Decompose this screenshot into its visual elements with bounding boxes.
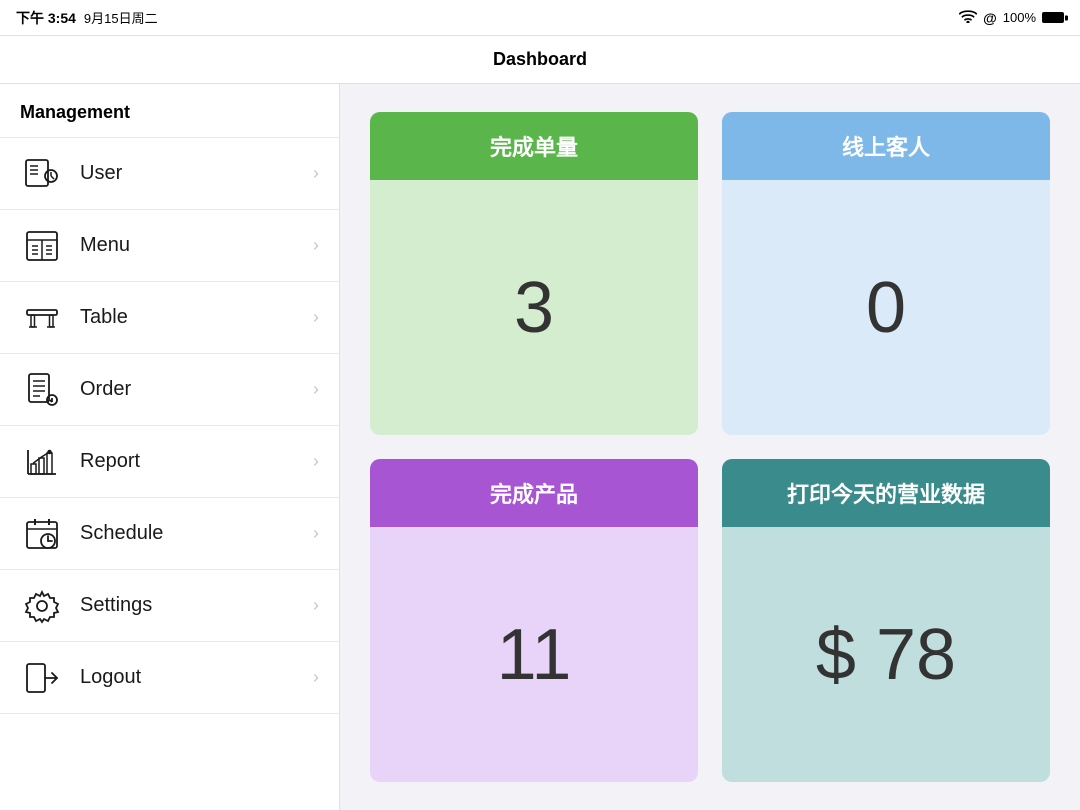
card-online-guests-header: 线上客人 (722, 112, 1050, 180)
card-completed-orders[interactable]: 完成单量 3 (370, 112, 698, 435)
report-icon (20, 440, 64, 484)
sidebar-item-logout[interactable]: Logout › (0, 642, 339, 714)
logout-icon (20, 656, 64, 700)
sidebar: Management User › (0, 84, 340, 810)
sidebar-item-order[interactable]: Order › (0, 354, 339, 426)
sidebar-menu-label: Menu (80, 234, 313, 257)
nav-title: Dashboard (493, 49, 587, 70)
status-bar: 下午 3:54 9月15日周二 @ 100% (0, 0, 1080, 36)
sidebar-item-schedule[interactable]: Schedule › (0, 498, 339, 570)
card-online-guests[interactable]: 线上客人 0 (722, 112, 1050, 435)
chevron-icon-order: › (313, 379, 319, 400)
card-completed-orders-header: 完成单量 (370, 112, 698, 180)
card-completed-orders-title: 完成单量 (490, 130, 578, 162)
dashboard: 完成单量 3 线上客人 0 完成产品 11 (340, 84, 1080, 810)
card-print-revenue-header: 打印今天的营业数据 (722, 459, 1050, 527)
sidebar-item-report[interactable]: Report › (0, 426, 339, 498)
card-online-guests-body: 0 (722, 180, 1050, 435)
chevron-icon-settings: › (313, 595, 319, 616)
chevron-icon-table: › (313, 307, 319, 328)
sidebar-user-label: User (80, 162, 313, 185)
wifi-icon (959, 9, 977, 26)
table-icon (20, 296, 64, 340)
card-print-revenue-body: $ 78 (722, 527, 1050, 782)
card-print-revenue[interactable]: 打印今天的营业数据 $ 78 (722, 459, 1050, 782)
card-completed-products[interactable]: 完成产品 11 (370, 459, 698, 782)
sidebar-schedule-label: Schedule (80, 522, 313, 545)
card-online-guests-title: 线上客人 (842, 130, 930, 162)
sidebar-table-label: Table (80, 306, 313, 329)
card-completed-products-header: 完成产品 (370, 459, 698, 527)
chevron-icon-menu: › (313, 235, 319, 256)
card-print-revenue-title: 打印今天的营业数据 (787, 477, 985, 509)
card-completed-products-title: 完成产品 (490, 477, 578, 509)
signal-icon: @ (983, 10, 997, 26)
sidebar-item-user[interactable]: User › (0, 138, 339, 210)
sidebar-logout-label: Logout (80, 666, 313, 689)
sidebar-settings-label: Settings (80, 594, 313, 617)
sidebar-item-menu[interactable]: Menu › (0, 210, 339, 282)
settings-icon (20, 584, 64, 628)
sidebar-report-label: Report (80, 450, 313, 473)
card-online-guests-value: 0 (866, 267, 906, 349)
sidebar-order-label: Order (80, 378, 313, 401)
card-completed-orders-body: 3 (370, 180, 698, 435)
chevron-icon-user: › (313, 163, 319, 184)
card-completed-orders-value: 3 (514, 267, 554, 349)
sidebar-item-table[interactable]: Table › (0, 282, 339, 354)
nav-bar: Dashboard (0, 36, 1080, 84)
chevron-icon-logout: › (313, 667, 319, 688)
card-print-revenue-value: $ 78 (816, 614, 956, 696)
order-icon (20, 368, 64, 412)
status-time: 下午 3:54 (16, 8, 76, 28)
chevron-icon-schedule: › (313, 523, 319, 544)
menu-icon (20, 224, 64, 268)
battery-icon (1042, 12, 1064, 23)
main-layout: Management User › (0, 84, 1080, 810)
sidebar-item-settings[interactable]: Settings › (0, 570, 339, 642)
status-date: 9月15日周二 (84, 8, 158, 27)
schedule-icon (20, 512, 64, 556)
sidebar-heading: Management (0, 84, 339, 138)
chevron-icon-report: › (313, 451, 319, 472)
card-completed-products-body: 11 (370, 527, 698, 782)
user-icon (20, 152, 64, 196)
card-completed-products-value: 11 (497, 614, 572, 696)
battery-percentage: 100% (1003, 10, 1036, 25)
